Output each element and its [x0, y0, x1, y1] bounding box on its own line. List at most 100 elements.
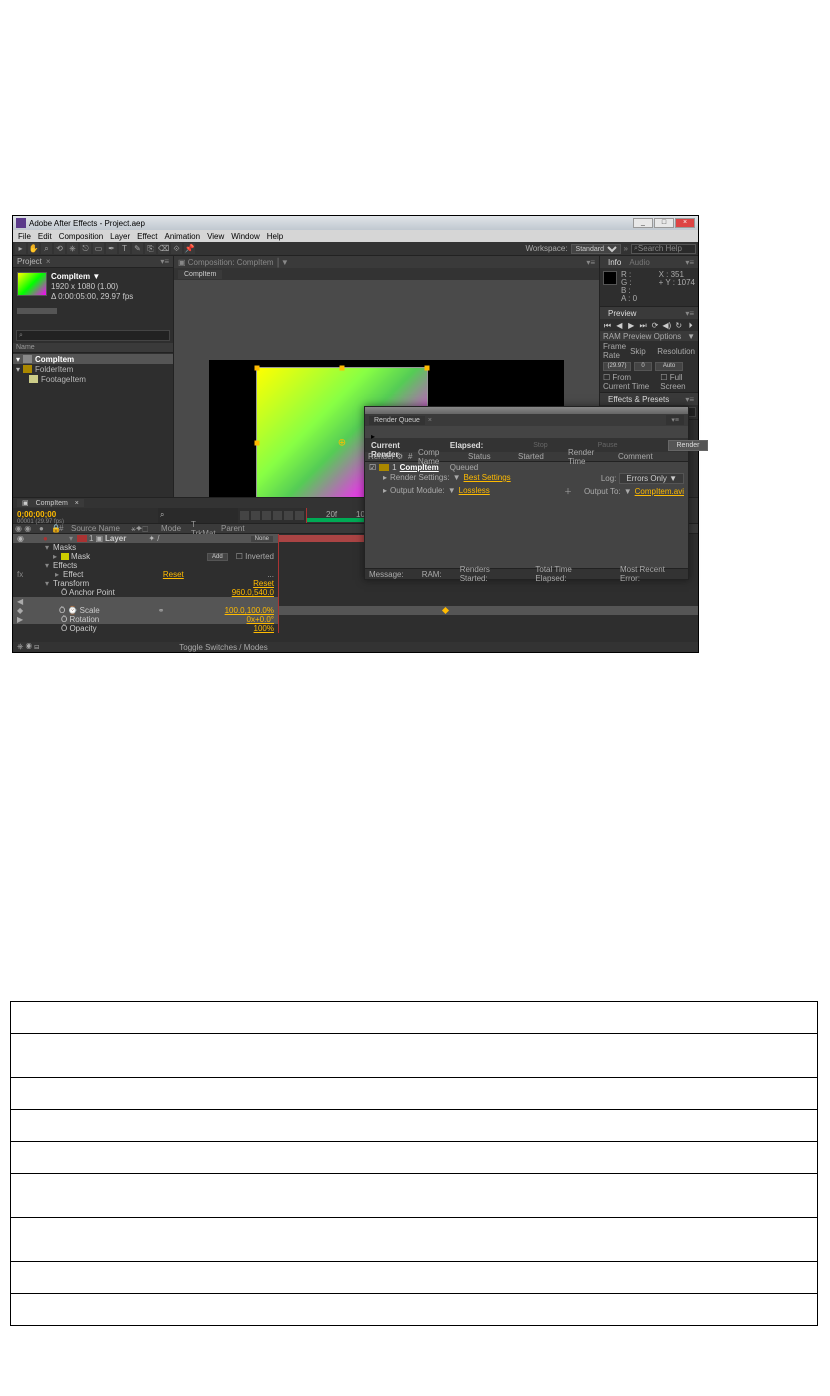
- selection-tool-icon[interactable]: ▸: [15, 243, 26, 254]
- hand-tool-icon[interactable]: ✋: [28, 243, 39, 254]
- last-frame-icon[interactable]: ⟳: [651, 321, 660, 330]
- titlebar[interactable]: Adobe After Effects - Project.aep _ □ ×: [13, 216, 698, 230]
- play-icon[interactable]: ▶: [627, 321, 636, 330]
- prev-frame-icon[interactable]: ◀: [615, 321, 624, 330]
- opacity-prop[interactable]: Ö Opacity100%: [13, 624, 698, 633]
- ram-options-header[interactable]: RAM Preview Options▼: [600, 331, 698, 341]
- viewer-tabbar: ▣ Composition: CompItem │▼ ▾≡: [174, 256, 599, 268]
- mute-icon[interactable]: ◀): [662, 321, 671, 330]
- roto-tool-icon[interactable]: ⟐: [171, 243, 182, 254]
- camera-tool-icon[interactable]: ⎈: [67, 243, 78, 254]
- tl-tool-icon[interactable]: [273, 511, 282, 520]
- project-item-comp[interactable]: ▾CompItem: [13, 354, 173, 364]
- ram-preview-icon[interactable]: ⏵: [686, 321, 695, 330]
- comp-dimensions: 1920 x 1080 (1.00): [51, 282, 118, 291]
- fullscreen-checkbox[interactable]: ☐ Full Screen: [660, 373, 695, 391]
- close-panel-icon[interactable]: ×: [46, 257, 51, 266]
- viewer-breadcrumb[interactable]: ▣ Composition: CompItem │▼: [178, 258, 289, 267]
- layer-icon: ▣: [95, 534, 103, 543]
- first-frame-icon[interactable]: ⏮: [603, 321, 612, 330]
- close-button[interactable]: ×: [675, 218, 695, 228]
- project-item-folder[interactable]: ▾FolderItem: [13, 364, 173, 374]
- menu-effect[interactable]: Effect: [137, 232, 157, 241]
- menu-window[interactable]: Window: [231, 232, 259, 241]
- rq-item-checkbox[interactable]: ☑: [369, 463, 376, 472]
- comp-thumbnail: [17, 272, 47, 296]
- add-output-icon[interactable]: ＋: [564, 486, 572, 497]
- keyframe-icon[interactable]: [442, 607, 449, 614]
- rotate-tool-icon[interactable]: ⟲: [54, 243, 65, 254]
- menu-help[interactable]: Help: [267, 232, 283, 241]
- comp-name[interactable]: CompItem ▼: [51, 272, 100, 281]
- loop-icon[interactable]: ↻: [674, 321, 683, 330]
- rq-titlebar[interactable]: [365, 407, 688, 414]
- rq-tab[interactable]: Render Queue: [369, 416, 425, 425]
- project-header-name[interactable]: Name: [13, 343, 173, 353]
- puppet-tool-icon[interactable]: 📌: [184, 243, 195, 254]
- scale-prop[interactable]: ◀ ◆ ▶Ö ⌚ Scale⚭100.0,100.0%: [13, 606, 698, 615]
- info-tab[interactable]: Info: [604, 258, 625, 267]
- tl-tool-icon[interactable]: [251, 511, 260, 520]
- skip-input[interactable]: 0: [634, 362, 652, 371]
- rq-item[interactable]: ☑ 1 CompItem Queued ▸Render Settings: ▼B…: [365, 462, 688, 499]
- menu-layer[interactable]: Layer: [110, 232, 130, 241]
- preview-panel: Preview▾≡ ⏮ ◀ ▶ ⏭ ⟳ ◀) ↻ ⏵ RAM Preview O…: [600, 307, 698, 393]
- rq-recent-error: Most Recent Error:: [620, 565, 684, 583]
- workspace-select[interactable]: Standard: [571, 244, 621, 254]
- preview-tab[interactable]: Preview: [604, 309, 640, 318]
- audio-tab[interactable]: Audio: [625, 258, 653, 267]
- render-settings-link[interactable]: Best Settings: [464, 473, 511, 484]
- toolbar: ▸ ✋ ⌕ ⟲ ⎈ ⎋ ▭ ✒ T ✎ ⎘ ⌫ ⟐ 📌 Workspace: S…: [13, 242, 698, 256]
- zoom-tool-icon[interactable]: ⌕: [41, 243, 52, 254]
- pan-behind-tool-icon[interactable]: ⎋: [80, 243, 91, 254]
- render-button[interactable]: Render: [668, 440, 709, 451]
- panel-menu-icon[interactable]: ▾≡: [586, 258, 595, 267]
- output-to-link[interactable]: CompItem.avi: [635, 487, 684, 496]
- minimize-button[interactable]: _: [633, 218, 653, 228]
- stop-button: Stop: [533, 442, 547, 449]
- next-frame-icon[interactable]: ⏭: [639, 321, 648, 330]
- pen-tool-icon[interactable]: ✒: [106, 243, 117, 254]
- menu-file[interactable]: File: [18, 232, 31, 241]
- resolution-input[interactable]: Auto: [655, 362, 683, 371]
- effects-tab[interactable]: Effects & Presets: [604, 395, 673, 404]
- from-current-checkbox[interactable]: ☐ From Current Time: [603, 373, 656, 391]
- app-icon: [16, 218, 26, 228]
- tl-tool-icon[interactable]: [262, 511, 271, 520]
- rotation-prop[interactable]: Ö Rotation0x+0.0°: [13, 615, 698, 624]
- project-tab[interactable]: Project: [17, 257, 42, 266]
- maximize-button[interactable]: □: [654, 218, 674, 228]
- output-module-link[interactable]: Lossless: [459, 486, 490, 497]
- panel-menu-icon[interactable]: ▾≡: [160, 257, 169, 266]
- menu-composition[interactable]: Composition: [59, 232, 103, 241]
- parent-dropdown[interactable]: None: [250, 535, 274, 543]
- tl-tool-icon[interactable]: [295, 511, 304, 520]
- menu-view[interactable]: View: [207, 232, 224, 241]
- menu-animation[interactable]: Animation: [164, 232, 200, 241]
- framerate-input[interactable]: (29.97): [603, 362, 631, 371]
- eraser-tool-icon[interactable]: ⌫: [158, 243, 169, 254]
- log-dropdown[interactable]: Errors Only ▼: [619, 473, 684, 484]
- rect-tool-icon[interactable]: ▭: [93, 243, 104, 254]
- project-list: ▾CompItem ▾FolderItem FootageItem: [13, 353, 173, 385]
- project-item-footage[interactable]: FootageItem: [13, 374, 173, 384]
- rq-status: Queued: [450, 463, 478, 472]
- color-swatch: [603, 271, 617, 285]
- label-swatch: [17, 308, 57, 314]
- timeline-tab[interactable]: ▣ CompItem ×: [17, 499, 84, 507]
- menu-edit[interactable]: Edit: [38, 232, 52, 241]
- toggle-switches-button[interactable]: Toggle Switches / Modes: [179, 643, 268, 652]
- brush-tool-icon[interactable]: ✎: [132, 243, 143, 254]
- search-help-input[interactable]: ⌕ Search Help: [631, 244, 696, 254]
- workspace-label: Workspace:: [525, 244, 567, 253]
- timeline-timecode[interactable]: 0;00;00;00: [17, 510, 154, 519]
- type-tool-icon[interactable]: T: [119, 243, 130, 254]
- render-queue-window[interactable]: Render Queue×▾≡ ▸ Current Render Elapsed…: [364, 406, 689, 580]
- clone-tool-icon[interactable]: ⎘: [145, 243, 156, 254]
- mask-mode-dropdown[interactable]: Add: [207, 553, 228, 561]
- anchor-prop[interactable]: Ö Anchor Point960.0,540.0: [13, 588, 698, 597]
- tl-tool-icon[interactable]: [284, 511, 293, 520]
- tl-tool-icon[interactable]: [240, 511, 249, 520]
- project-search[interactable]: ⌕: [16, 330, 170, 341]
- comp-tab[interactable]: CompItem: [178, 270, 222, 279]
